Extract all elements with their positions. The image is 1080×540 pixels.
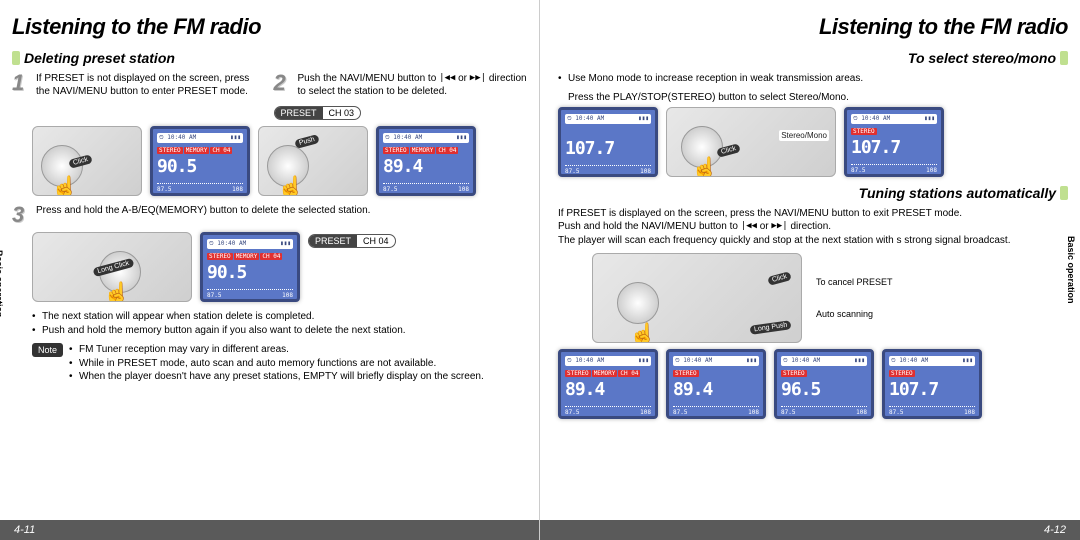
preset-pill-ch03: PRESETCH 03 (274, 106, 362, 120)
lcd-screen: ⏲ 10:40 AM▮▮▮ STEREO 107.7 87.5108 (844, 107, 944, 177)
bullet-item: The next station will appear when statio… (32, 310, 527, 324)
lcd-screen: ⏲ 10:40 AM▮▮▮ STEREO 107.7 87.5108 (882, 349, 982, 419)
step-number-1: 1 (12, 72, 30, 98)
section-title-stereo: To select stereo/mono (908, 50, 1056, 66)
page-footer-left: 4-11 (0, 520, 539, 540)
lcd-screen: ⏲ 10:40 AM▮▮▮ STEREO 89.4 87.5108 (666, 349, 766, 419)
step-number-3: 3 (12, 204, 30, 226)
device-illustration: Long Click☝ (32, 232, 192, 302)
page-title-left: Listening to the FM radio (12, 14, 527, 40)
section-tuning-auto: Tuning stations automatically If PRESET … (552, 185, 1068, 420)
next-track-icon: ▶▶| (470, 73, 486, 85)
auto-scanning-label: Auto scanning (816, 309, 893, 319)
next-track-icon: ▶▶| (771, 220, 787, 232)
page-left: Basic operation Listening to the FM radi… (0, 0, 540, 540)
prev-track-icon: |◀◀ (741, 220, 757, 232)
section-bullet (1060, 51, 1068, 65)
device-illustration: Click☝ (32, 126, 142, 196)
hand-icon: ☝ (629, 322, 656, 343)
device-illustration: Push ☝ (258, 126, 368, 196)
bullet-item: Push and hold the memory button again if… (32, 324, 527, 338)
bullet-list: The next station will appear when statio… (32, 310, 527, 337)
prev-track-icon: |◀◀ (439, 73, 455, 85)
step-1-text: If PRESET is not displayed on the screen… (36, 72, 266, 98)
device-illustration: Click Long Push ☝ (592, 253, 802, 343)
step-number-2: 2 (274, 72, 292, 98)
long-push-badge: Long Push (749, 320, 791, 335)
step-3-text: Press and hold the A-B/EQ(MEMORY) button… (36, 204, 370, 226)
note-block: Note FM Tuner reception may vary in diff… (32, 343, 527, 384)
side-tab-right: Basic operation (1066, 236, 1076, 250)
section-stereo-mono: To select stereo/mono Use Mono mode to i… (552, 50, 1068, 177)
section-deleting-preset: Deleting preset station 1 If PRESET is n… (12, 50, 527, 384)
hand-icon: ☝ (277, 175, 304, 196)
click-badge: Click (767, 271, 792, 286)
hand-icon: ☝ (691, 156, 718, 177)
lcd-screen: ⏲ 10:40 AM▮▮▮ STEREO 96.5 87.5108 (774, 349, 874, 419)
stereo-mono-label: Stereo/Mono (779, 130, 829, 141)
note-item: When the player doesn't have any preset … (69, 370, 484, 384)
lcd-screen: ⏲ 10:40 AM▮▮▮ STEREOMEMORYCH 04 89.4 87.… (558, 349, 658, 419)
device-illustration: Click ☝ Stereo/Mono (666, 107, 836, 177)
push-badge: Push (294, 134, 319, 149)
preset-pill-ch04: PRESETCH 04 (308, 234, 396, 248)
tuning-line3: The player will scan each frequency quic… (558, 234, 1068, 248)
cancel-preset-label: To cancel PRESET (816, 277, 893, 287)
hand-icon: ☝ (103, 281, 130, 302)
stereo-line2: Press the PLAY/STOP(STEREO) button to se… (568, 92, 1068, 103)
page-footer-right: 4-12 (540, 520, 1080, 540)
lcd-screen: ⏲ 10:40 AM▮▮▮ STEREOMEMORYCH 04 90.5 87.… (150, 126, 250, 196)
section-title-delete: Deleting preset station (24, 50, 175, 66)
section-title-tuning: Tuning stations automatically (859, 185, 1056, 201)
section-bullet (1060, 186, 1068, 200)
page-right: Basic operation Listening to the FM radi… (540, 0, 1080, 540)
note-label: Note (32, 343, 63, 357)
stereo-line1: Use Mono mode to increase reception in w… (558, 72, 1068, 86)
note-item: While in PRESET mode, auto scan and auto… (69, 357, 484, 371)
lcd-screen: ⏲ 10:40 AM▮▮▮ STEREOMEMORYCH 04 90.5 87.… (200, 232, 300, 302)
tuning-line1: If PRESET is displayed on the screen, pr… (558, 207, 1068, 221)
note-item: FM Tuner reception may vary in different… (69, 343, 484, 357)
lcd-screen: ⏲ 10:40 AM▮▮▮ STEREOMEMORYCH 04 89.4 87.… (376, 126, 476, 196)
hand-icon: ☝ (51, 175, 78, 196)
page-title-right: Listening to the FM radio (552, 14, 1068, 40)
step-2-text: Push the NAVI/MENU button to |◀◀ or ▶▶| … (298, 72, 528, 98)
side-tab-left: Basic operation (0, 250, 4, 264)
lcd-screen: ⏲ 10:40 AM▮▮▮ 107.7 87.5108 (558, 107, 658, 177)
tuning-line2: Push and hold the NAVI/MENU button to |◀… (558, 220, 1068, 234)
section-bullet (12, 51, 20, 65)
